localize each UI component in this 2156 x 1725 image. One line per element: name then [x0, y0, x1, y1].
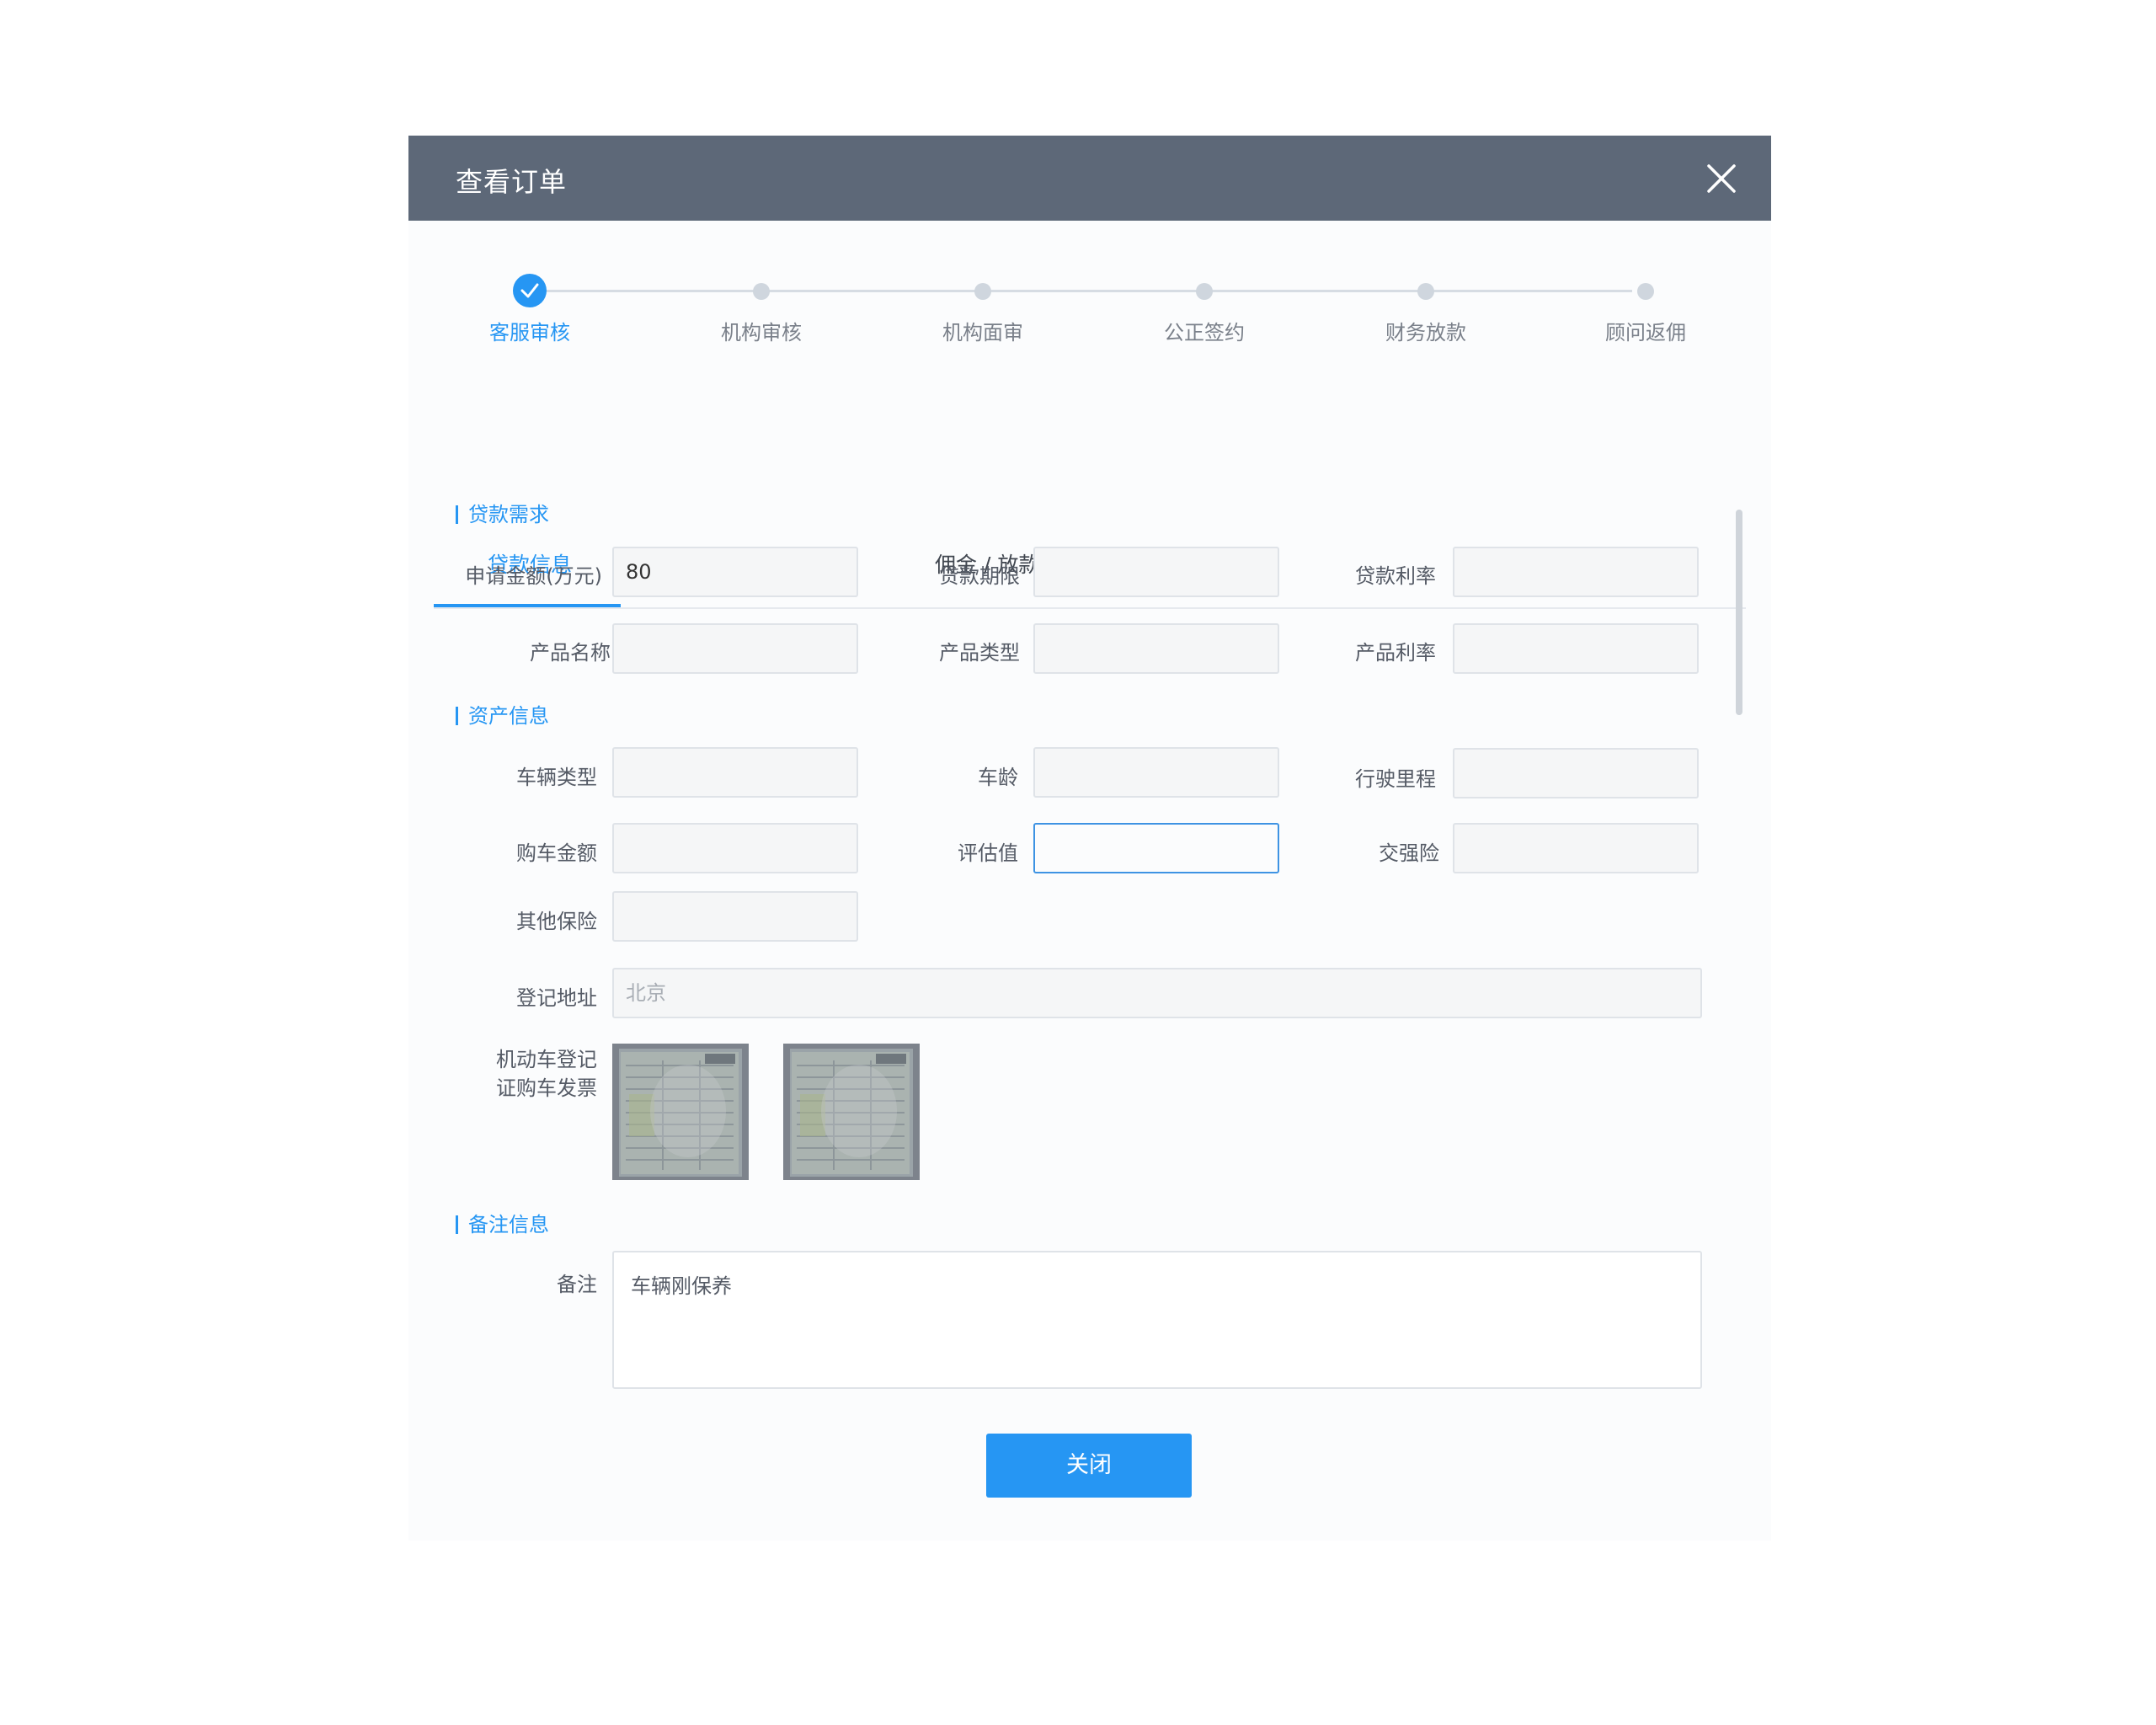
documents-label: 机动车登记 证购车发票	[429, 1045, 597, 1103]
step-dot	[1417, 283, 1434, 300]
step-notary-signing: 公正签约	[1120, 136, 1289, 388]
step-label: 客服审核	[489, 321, 570, 344]
step-label: 机构审核	[721, 321, 802, 344]
other-insurance-label: 其他保险	[516, 910, 597, 933]
compulsory-insurance-field[interactable]	[1453, 823, 1699, 873]
product-name-label: 产品名称	[530, 641, 611, 665]
register-address-label: 登记地址	[516, 986, 597, 1010]
product-name-field[interactable]	[612, 623, 858, 674]
documents-label-line2: 证购车发票	[496, 1076, 597, 1100]
section-title-text: 贷款需求	[468, 503, 549, 526]
apply-amount-label: 申请金额(万元)	[465, 564, 602, 588]
mileage-field[interactable]	[1453, 748, 1699, 798]
scrollbar[interactable]	[1736, 510, 1742, 715]
step-customer-service-review: 客服审核	[446, 136, 614, 388]
loan-term-field[interactable]	[1033, 547, 1279, 597]
section-title-loan-demand: 贷款需求	[456, 498, 549, 527]
appraisal-label: 评估值	[958, 841, 1018, 865]
loan-term-label: 贷款期限	[939, 564, 1020, 588]
vehicle-age-label: 车龄	[978, 766, 1018, 789]
purchase-amount-field[interactable]	[612, 823, 858, 873]
vehicle-age-field[interactable]	[1033, 747, 1279, 798]
section-title-remark-info: 备注信息	[456, 1208, 549, 1237]
purchase-invoice-thumbnail[interactable]	[783, 1044, 920, 1180]
product-type-label: 产品类型	[939, 641, 1020, 665]
active-tab-indicator	[434, 604, 621, 607]
step-label: 公正签约	[1164, 321, 1245, 344]
loan-rate-label: 贷款利率	[1355, 564, 1436, 588]
vehicle-type-label: 车辆类型	[516, 766, 597, 789]
close-button[interactable]: 关闭	[986, 1434, 1192, 1498]
remark-textarea[interactable]: 车辆刚保养	[612, 1251, 1702, 1389]
view-order-dialog: 查看订单 客服审核 机构审核 机构面审 公正签约 财务放款 顾问返佣 贷款信息 …	[408, 136, 1771, 1541]
documents-label-line1: 机动车登记	[496, 1048, 597, 1071]
vehicle-type-field[interactable]	[612, 747, 858, 798]
step-advisor-commission: 顾问返佣	[1561, 136, 1730, 388]
step-dot	[753, 283, 770, 300]
step-label: 财务放款	[1385, 321, 1466, 344]
step-label: 机构面审	[942, 321, 1023, 344]
vehicle-registration-thumbnail[interactable]	[612, 1044, 749, 1180]
compulsory-insurance-label: 交强险	[1379, 841, 1439, 865]
other-insurance-field[interactable]	[612, 891, 858, 942]
section-title-text: 资产信息	[468, 704, 549, 728]
product-type-field[interactable]	[1033, 623, 1279, 674]
appraisal-field[interactable]	[1033, 823, 1279, 873]
apply-amount-field[interactable]: 80	[612, 547, 858, 597]
product-rate-field[interactable]	[1453, 623, 1699, 674]
loan-rate-field[interactable]	[1453, 547, 1699, 597]
step-dot	[1196, 283, 1213, 300]
section-title-text: 备注信息	[468, 1213, 549, 1236]
step-institution-interview: 机构面审	[899, 136, 1067, 388]
check-icon	[513, 274, 547, 307]
purchase-amount-label: 购车金额	[516, 841, 597, 865]
step-dot	[974, 283, 991, 300]
step-finance-disbursement: 财务放款	[1342, 136, 1510, 388]
step-dot	[1637, 283, 1654, 300]
register-address-field[interactable]: 北京	[612, 968, 1702, 1018]
progress-steps: 客服审核 机构审核 机构面审 公正签约 财务放款 顾问返佣	[408, 136, 1771, 388]
step-institution-review: 机构审核	[677, 136, 846, 388]
section-title-asset-info: 资产信息	[456, 699, 549, 729]
mileage-label: 行驶里程	[1355, 767, 1436, 791]
remark-label: 备注	[557, 1273, 597, 1296]
step-label: 顾问返佣	[1605, 321, 1686, 344]
product-rate-label: 产品利率	[1355, 641, 1436, 665]
